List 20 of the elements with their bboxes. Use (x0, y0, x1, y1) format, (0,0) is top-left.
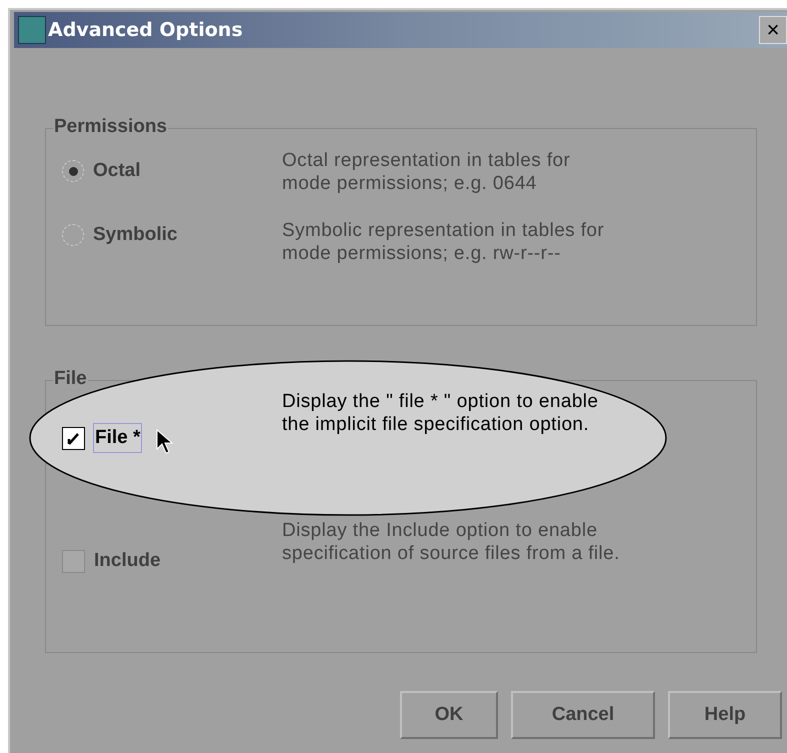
radio-button[interactable] (62, 224, 84, 246)
option-description: Symbolic representation in tables for mode permissions; e.g. rw-r--r-- (282, 219, 606, 265)
checkbox[interactable] (62, 550, 85, 573)
mouse-pointer-icon (156, 429, 174, 455)
option-label: Include (93, 549, 162, 573)
radio-button[interactable] (62, 160, 84, 182)
dialog-button[interactable]: Cancel (511, 691, 655, 739)
dialog-button[interactable]: OK (400, 691, 498, 739)
close-button[interactable]: × (759, 16, 787, 44)
window-title: Advanced Options (48, 18, 243, 43)
checkbox[interactable] (62, 426, 85, 450)
app-icon (18, 16, 46, 44)
option-description: Display the Include option to enable specification of source files from a file. (282, 519, 621, 565)
option-description: Octal representation in tables for mode permissions; e.g. 0644 (282, 149, 572, 195)
check-icon (66, 430, 81, 446)
option-label: File * (93, 422, 142, 454)
option-label: Octal (92, 159, 142, 183)
option-description: Display the " file * " option to enable the implicit file specification option. (282, 390, 600, 436)
option-label: Symbolic (92, 223, 178, 247)
dialog-button[interactable]: Help (668, 691, 782, 739)
